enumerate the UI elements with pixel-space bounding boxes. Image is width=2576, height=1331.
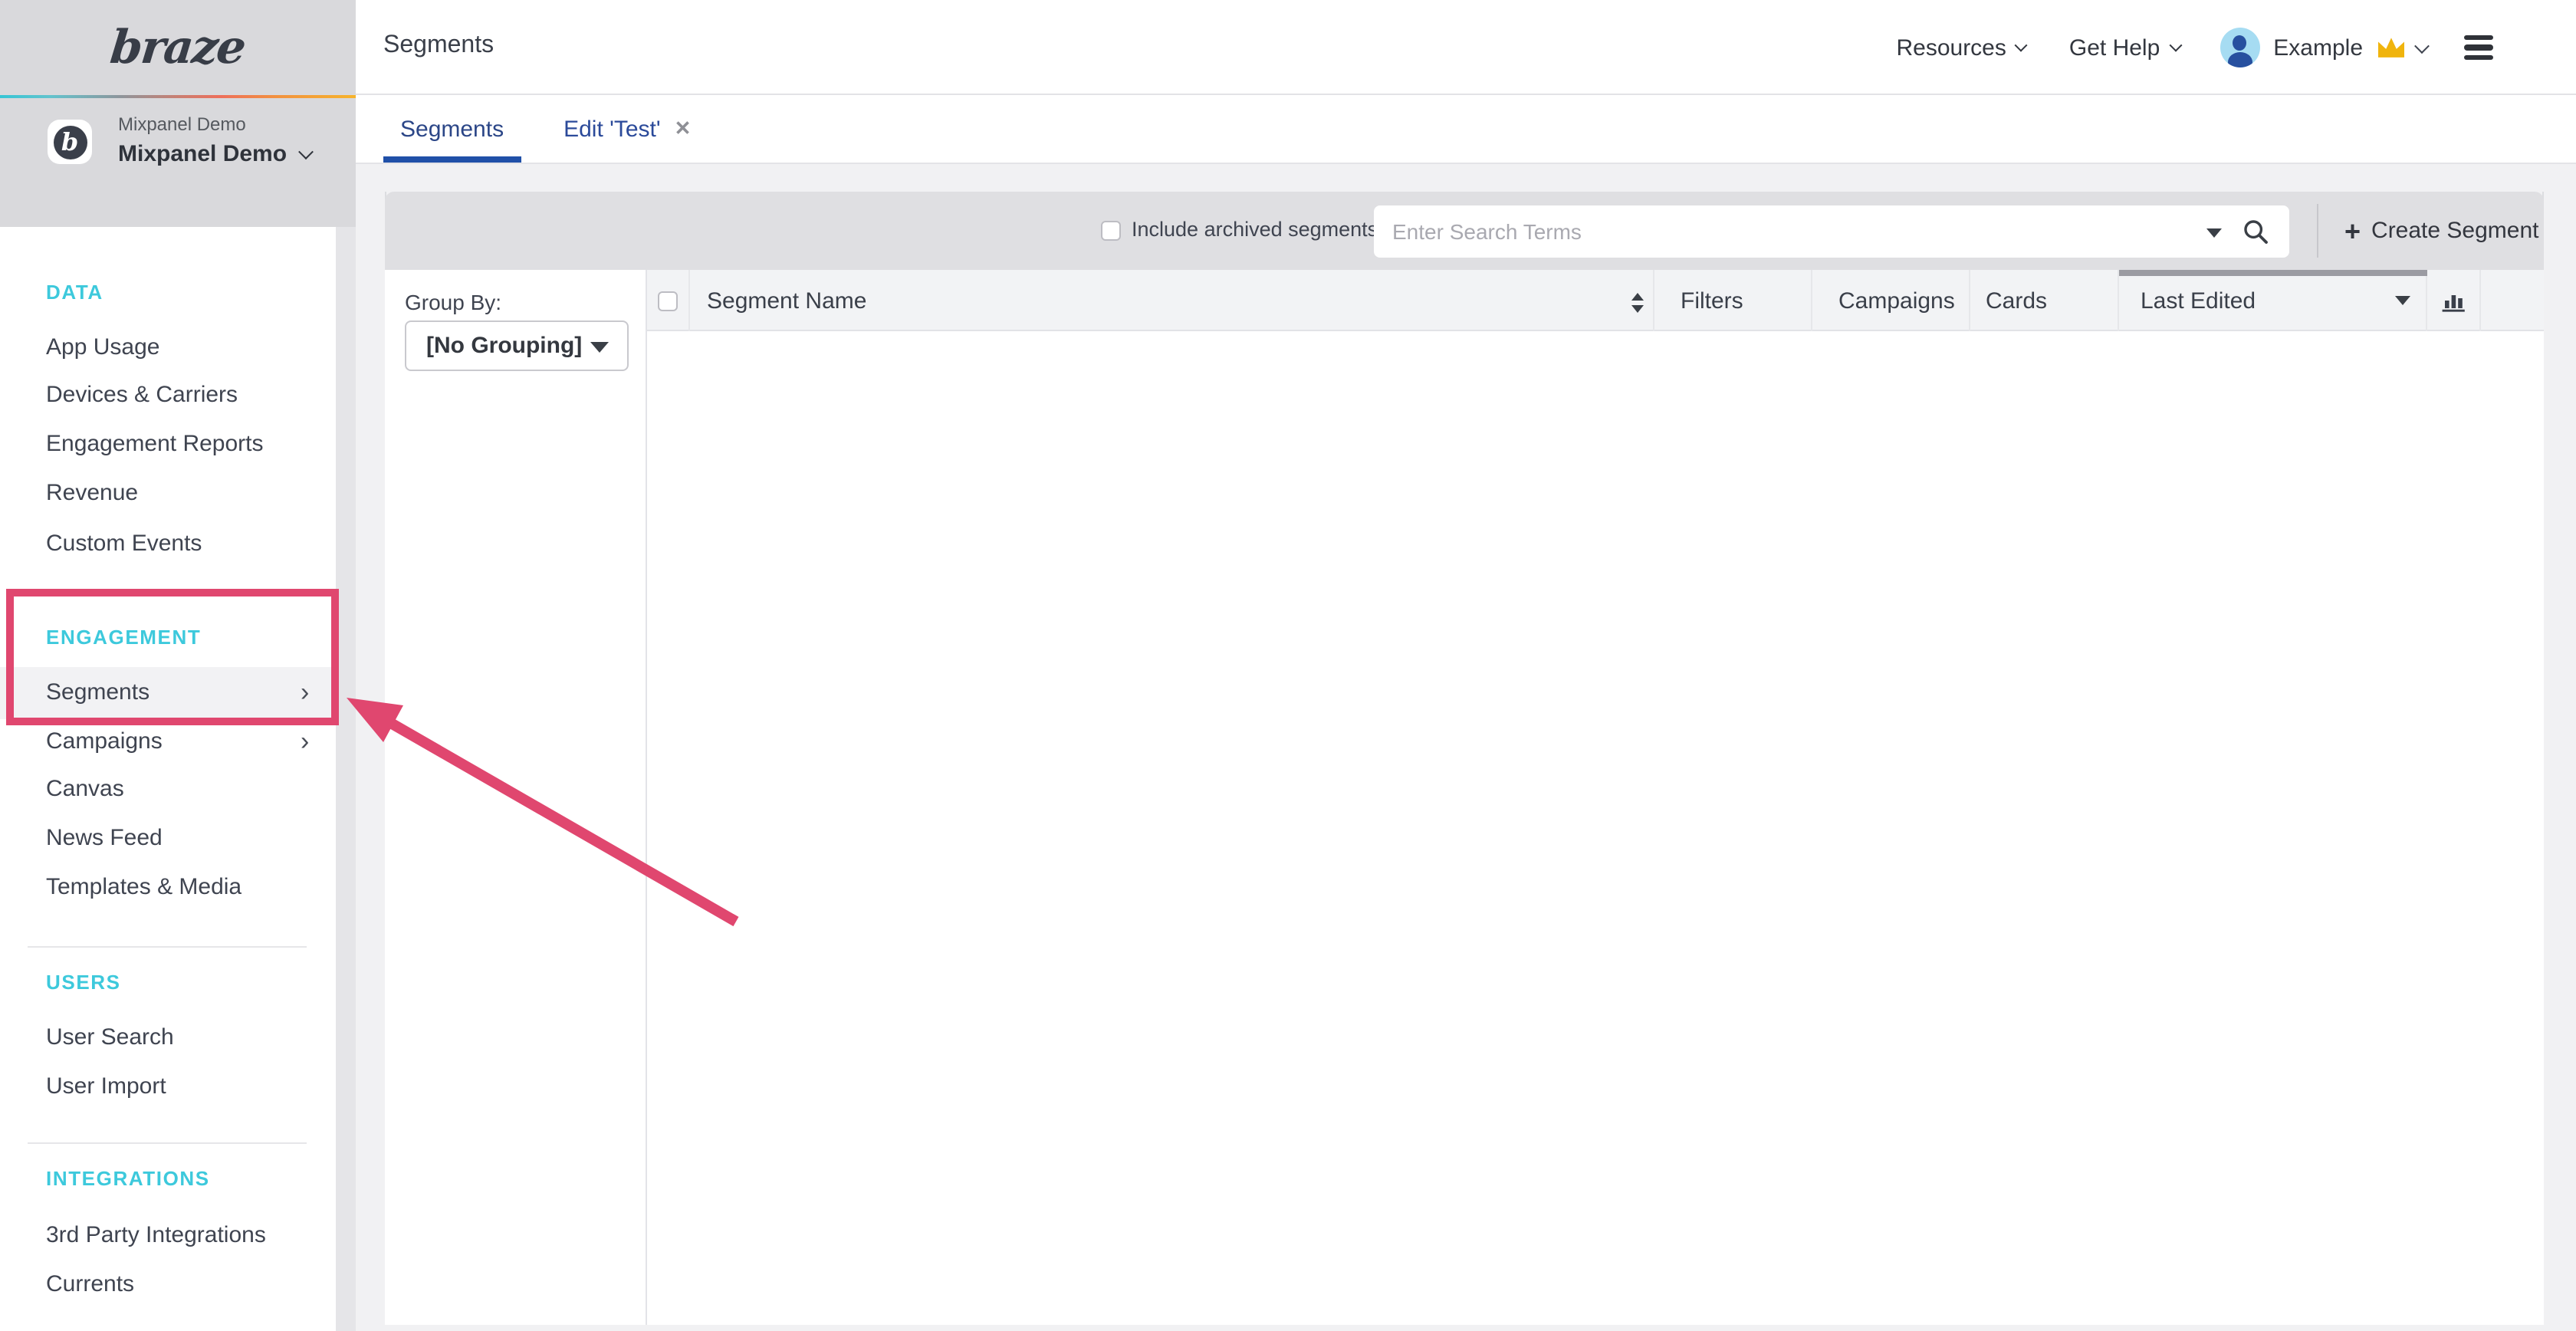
segments-table-header: Segment Name Filters Campaigns Cards Las…	[647, 270, 2544, 331]
plus-icon: +	[2344, 217, 2361, 245]
chevron-down-icon	[298, 144, 314, 159]
page-title: Segments	[383, 32, 494, 60]
sidebar-item-templates-media[interactable]: Templates & Media	[46, 873, 242, 903]
sidebar-divider	[28, 946, 307, 948]
workspace-name[interactable]: Mixpanel Demo	[118, 141, 311, 167]
resources-label: Resources	[1896, 35, 2006, 61]
include-archived-label[interactable]: Include archived segments	[1132, 218, 1378, 241]
create-segment-button[interactable]: + Create Segment	[2344, 192, 2539, 270]
group-by-panel: Group By: [No Grouping]	[385, 270, 647, 1325]
sort-icon[interactable]	[1631, 293, 1644, 312]
sidebar-section-data: DATA	[46, 281, 104, 304]
sidebar-item-revenue[interactable]: Revenue	[46, 478, 138, 509]
sidebar-item-custom-events[interactable]: Custom Events	[46, 529, 202, 560]
tab-segments-label: Segments	[400, 116, 504, 142]
search-input[interactable]	[1374, 205, 2289, 258]
avatar[interactable]	[2220, 28, 2259, 67]
braze-logo: braze	[108, 21, 248, 74]
dropdown-caret-icon	[590, 342, 609, 353]
sidebar-item-campaigns[interactable]: Campaigns	[46, 727, 163, 758]
group-by-label: Group By:	[405, 290, 501, 314]
header-spacer-cell	[2481, 270, 2544, 331]
sidebar-scrollbar[interactable]	[336, 227, 356, 1331]
content-area: Include archived segments + Create Segme…	[356, 164, 2576, 1331]
sidebar-item-app-usage[interactable]: App Usage	[46, 333, 159, 363]
sidebar-item-user-search[interactable]: User Search	[46, 1023, 174, 1053]
sidebar-item-canvas[interactable]: Canvas	[46, 774, 124, 805]
group-by-dropdown[interactable]: [No Grouping]	[405, 320, 629, 371]
tab-bar: Segments Edit 'Test' ✕	[356, 95, 2576, 164]
close-icon[interactable]: ✕	[675, 117, 692, 141]
get-help-menu[interactable]: Get Help	[2069, 35, 2180, 61]
chevron-down-icon	[2015, 39, 2028, 52]
sort-desc-caret-icon[interactable]	[2395, 296, 2410, 305]
sidebar-section-integrations: INTEGRATIONS	[46, 1167, 210, 1190]
workspace-name-text: Mixpanel Demo	[118, 141, 287, 167]
sidebar-item-currents[interactable]: Currents	[46, 1270, 134, 1300]
get-help-label: Get Help	[2069, 35, 2160, 61]
header-campaigns[interactable]: Campaigns	[1812, 270, 1970, 331]
top-nav: Segments Resources Get Help Example	[356, 0, 2576, 95]
header-filters[interactable]: Filters	[1654, 270, 1812, 331]
search-icon[interactable]	[2242, 218, 2271, 247]
braze-app: braze b Mixpanel Demo Mixpanel Demo DATA…	[0, 0, 2576, 1331]
group-by-value: [No Grouping]	[426, 333, 582, 359]
user-name[interactable]: Example	[2273, 35, 2363, 61]
toolbar-divider	[2317, 204, 2318, 258]
workspace-switcher[interactable]: b Mixpanel Demo Mixpanel Demo	[0, 98, 356, 227]
sidebar: braze b Mixpanel Demo Mixpanel Demo DATA…	[0, 0, 356, 1331]
hamburger-menu-icon[interactable]	[2464, 35, 2493, 61]
sidebar-divider	[28, 1142, 307, 1144]
search-dropdown-caret-icon[interactable]	[2206, 228, 2222, 238]
sidebar-section-engagement: ENGAGEMENT	[46, 626, 201, 649]
select-all-checkbox[interactable]	[658, 291, 678, 311]
chevron-down-icon[interactable]	[2414, 38, 2430, 53]
sidebar-item-engagement-reports[interactable]: Engagement Reports	[46, 429, 264, 460]
header-chart-toggle[interactable]	[2427, 270, 2481, 331]
tab-edit-test[interactable]: Edit 'Test' ✕	[547, 95, 708, 163]
avatar-body	[2227, 52, 2252, 67]
resources-menu[interactable]: Resources	[1896, 35, 2026, 61]
chevron-down-icon	[2169, 39, 2182, 52]
active-sort-indicator	[2119, 270, 2427, 276]
header-cards[interactable]: Cards	[1970, 270, 2119, 331]
search-box	[1374, 205, 2289, 258]
tab-segments[interactable]: Segments	[383, 95, 521, 163]
tab-edit-test-label: Edit 'Test'	[564, 116, 661, 142]
workspace-group-label: Mixpanel Demo	[118, 113, 246, 135]
sidebar-item-devices-carriers[interactable]: Devices & Carriers	[46, 380, 238, 411]
crown-icon	[2375, 35, 2407, 61]
chevron-right-icon: ›	[301, 727, 309, 758]
top-nav-right: Resources Get Help Example	[1896, 0, 2493, 95]
header-last-edited[interactable]: Last Edited	[2119, 270, 2427, 331]
sidebar-logo-header: braze	[0, 0, 356, 95]
sidebar-item-3rd-party-integrations[interactable]: 3rd Party Integrations	[46, 1221, 266, 1251]
braze-b-icon: b	[53, 125, 87, 159]
sidebar-section-users: USERS	[46, 971, 121, 994]
chevron-right-icon: ›	[301, 678, 309, 708]
header-checkbox-cell	[647, 270, 690, 331]
workspace-app-icon: b	[48, 120, 92, 164]
include-archived-checkbox[interactable]	[1101, 221, 1121, 241]
sidebar-item-segments[interactable]: Segments	[46, 678, 150, 708]
sidebar-item-user-import[interactable]: User Import	[46, 1072, 166, 1103]
segments-table-body	[647, 331, 2544, 1325]
bar-chart-icon	[2440, 288, 2466, 313]
sidebar-item-news-feed[interactable]: News Feed	[46, 823, 163, 854]
avatar-head	[2233, 35, 2246, 51]
active-tab-underline	[383, 156, 521, 163]
segments-toolbar: Include archived segments + Create Segme…	[385, 192, 2544, 270]
header-segment-name[interactable]: Segment Name	[690, 270, 1654, 331]
